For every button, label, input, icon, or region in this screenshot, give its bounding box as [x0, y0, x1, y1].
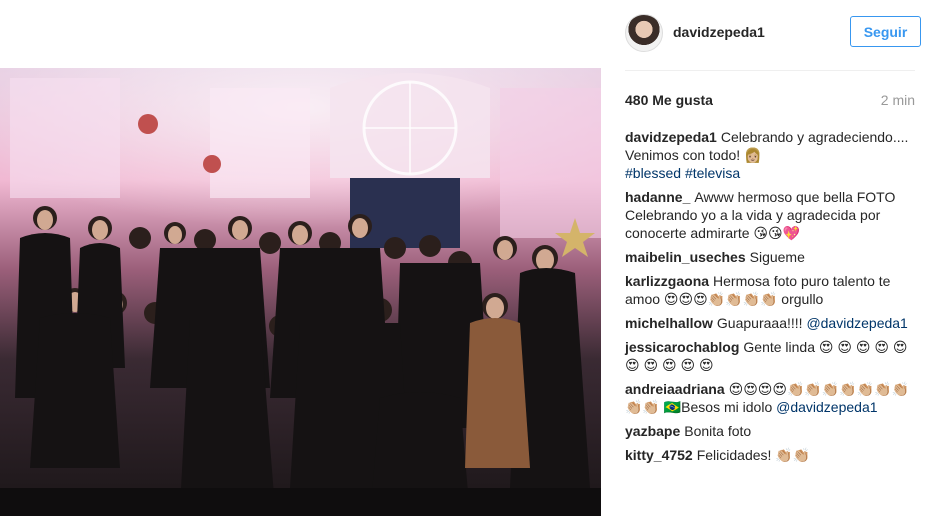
avatar[interactable] [625, 14, 663, 52]
post-details-panel: davidzepeda1 Seguir 480 Me gusta 2 min d… [607, 0, 944, 516]
comment-username[interactable]: maibelin_useches [625, 249, 746, 265]
comment-text: Felicidades! 👏🏼👏🏼 [696, 447, 811, 463]
comment-text: Sigueme [749, 249, 805, 265]
comment-item: yazbape Bonita foto [625, 422, 917, 440]
header-username[interactable]: davidzepeda1 [673, 24, 765, 40]
comment-username[interactable]: davidzepeda1 [625, 129, 717, 145]
comment-item: kitty_4752 Felicidades! 👏🏼👏🏼 [625, 446, 917, 464]
hashtag-link[interactable]: #televisa [685, 165, 740, 181]
comment-username[interactable]: hadanne_ [625, 189, 690, 205]
group-photo-illustration [0, 68, 601, 516]
comment-username[interactable]: karlizzgaona [625, 273, 709, 289]
comment-item: maibelin_useches Sigueme [625, 248, 917, 266]
post-header: davidzepeda1 Seguir [625, 14, 921, 54]
comment-item: karlizzgaona Hermosa foto puro talento te… [625, 272, 917, 308]
mention-link[interactable]: @davidzepeda1 [776, 399, 877, 415]
comments-list: davidzepeda1 Celebrando y agradeciendo...… [625, 128, 917, 470]
mention-link[interactable]: @davidzepeda1 [806, 315, 907, 331]
hashtag-link[interactable]: #blessed [625, 165, 681, 181]
divider [625, 70, 915, 71]
follow-button[interactable]: Seguir [850, 16, 921, 47]
likes-row: 480 Me gusta 2 min [625, 92, 915, 110]
comment-username[interactable]: jessicarochablog [625, 339, 739, 355]
comment-item: jessicarochablog Gente linda 😍 😍 😍 😍 😍 😍 … [625, 338, 917, 374]
comment-username[interactable]: yazbape [625, 423, 680, 439]
comment-text: Guapuraaa!!!! [716, 315, 803, 331]
comment-username[interactable]: michelhallow [625, 315, 713, 331]
likes-count[interactable]: 480 Me gusta [625, 92, 713, 108]
comment-item: davidzepeda1 Celebrando y agradeciendo...… [625, 128, 917, 182]
post-photo[interactable] [0, 68, 601, 516]
comment-item: michelhallow Guapuraaa!!!! @davidzepeda1 [625, 314, 917, 332]
comment-username[interactable]: andreiaadriana [625, 381, 725, 397]
comment-item: hadanne_ Awww hermoso que bella FOTO Cele… [625, 188, 917, 242]
instagram-post-view: davidzepeda1 Seguir 480 Me gusta 2 min d… [0, 0, 944, 516]
comment-username[interactable]: kitty_4752 [625, 447, 693, 463]
comment-text: Bonita foto [684, 423, 752, 439]
post-time[interactable]: 2 min [881, 92, 915, 108]
comment-item: andreiaadriana 😍😍😍😍👏🏼👏🏼👏🏼👏🏼👏🏼👏🏼👏🏼👏🏼👏🏼 🇧🇷B… [625, 380, 917, 416]
